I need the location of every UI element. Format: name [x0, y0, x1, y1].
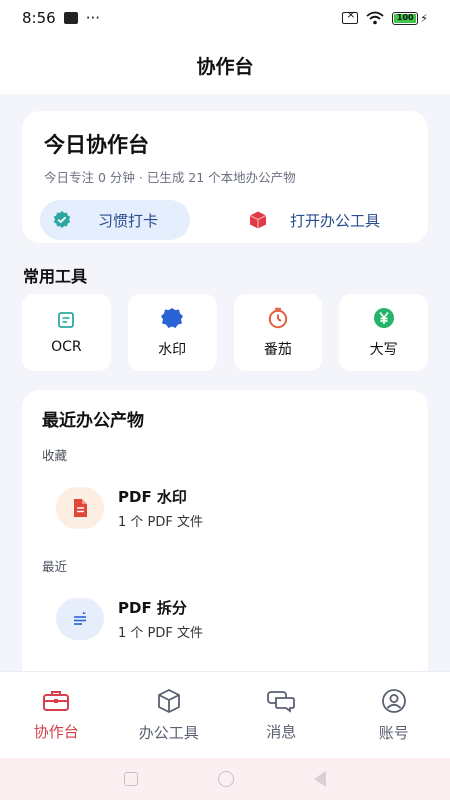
cube-icon: [157, 688, 180, 713]
status-bar: 8:56 ··· 100 ⚡: [0, 0, 450, 36]
group-label-favorites: 收藏: [42, 448, 68, 463]
system-nav-bar: [0, 758, 450, 800]
charging-icon: ⚡: [420, 11, 428, 25]
tool-ocr-label: OCR: [51, 338, 82, 355]
file-name: PDF 拆分: [118, 599, 187, 617]
group-label-recent: 最近: [42, 559, 68, 574]
watermark-badge-icon: [161, 307, 184, 328]
tool-ocr[interactable]: OCR: [22, 294, 111, 371]
file-meta: 1 个 PDF 文件: [118, 515, 203, 530]
file-name: PDF 水印: [118, 488, 187, 506]
tool-tomato[interactable]: 番茄: [233, 294, 323, 371]
tool-watermark[interactable]: 水印: [127, 294, 217, 371]
tool-uppercase-label: 大写: [369, 341, 398, 358]
battery-icon: 100 ⚡: [392, 11, 428, 25]
recent-outputs-title: 最近办公产物: [42, 411, 144, 431]
common-tools-row: OCR 水印 番茄 大写: [22, 294, 428, 371]
ocr-scan-icon: [58, 311, 75, 328]
summary-card: 今日协作台 今日专注 0 分钟 · 已生成 21 个本地办公产物 习惯打卡 打开…: [22, 111, 428, 243]
file-meta: 1 个 PDF 文件: [118, 626, 203, 641]
chat-bubbles-icon: [267, 690, 296, 713]
wifi-icon: [366, 11, 384, 25]
nav-tab-workbench[interactable]: 协作台: [6, 689, 106, 742]
tool-tomato-label: 番茄: [263, 341, 292, 358]
home-icon[interactable]: [218, 771, 234, 787]
status-time: 8:56: [22, 9, 56, 27]
status-right: 100 ⚡: [342, 8, 428, 25]
yen-icon: [373, 307, 394, 328]
tool-uppercase[interactable]: 大写: [339, 294, 428, 371]
status-left: 8:56 ···: [22, 9, 100, 27]
list-item[interactable]: PDF 水印 1 个 PDF 文件: [56, 486, 408, 530]
summary-title: 今日协作台: [44, 133, 149, 157]
briefcase-icon: [43, 690, 70, 711]
no-sim-icon: [342, 8, 359, 24]
nav-tab-label: 办公工具: [138, 723, 199, 742]
account-icon: [381, 688, 406, 713]
summary-subtitle: 今日专注 0 分钟 · 已生成 21 个本地办公产物: [44, 170, 296, 185]
box-icon: [249, 211, 267, 229]
summary-actions: 习惯打卡 打开办公工具: [40, 200, 406, 240]
nav-tab-label: 协作台: [33, 722, 79, 741]
nav-tab-messages[interactable]: 消息: [231, 689, 331, 742]
habit-checkin-label: 习惯打卡: [98, 211, 159, 230]
nav-tab-label: 账号: [378, 723, 409, 742]
battery-level: 100: [394, 13, 417, 23]
nav-tab-account[interactable]: 账号: [344, 688, 444, 743]
notification-icon: [63, 12, 78, 24]
nav-tab-label: 消息: [266, 722, 297, 741]
habit-checkin-button[interactable]: 习惯打卡: [40, 200, 190, 240]
list-item[interactable]: PDF 拆分 1 个 PDF 文件: [56, 597, 408, 641]
nav-tab-office-tools[interactable]: 办公工具: [119, 688, 219, 743]
tool-watermark-label: 水印: [158, 341, 187, 358]
common-tools-label: 常用工具: [23, 267, 88, 286]
open-tools-button[interactable]: 打开办公工具: [248, 210, 380, 231]
list-item-text: PDF 拆分 1 个 PDF 文件: [118, 597, 203, 641]
back-icon[interactable]: [314, 771, 326, 787]
recent-apps-icon[interactable]: [124, 772, 138, 786]
pdf-split-icon: [56, 598, 104, 640]
open-tools-label: 打开办公工具: [290, 211, 381, 230]
pdf-document-icon: [56, 487, 104, 529]
bottom-nav: 协作台 办公工具 消息 账号: [0, 672, 450, 758]
status-more: ···: [85, 9, 100, 27]
timer-icon: [268, 307, 288, 328]
page-title: 协作台: [0, 36, 450, 94]
list-item-text: PDF 水印 1 个 PDF 文件: [118, 486, 203, 530]
recent-outputs-card: 最近办公产物 收藏 PDF 水印 1 个 PDF 文件 最近 PDF 拆分 1 …: [22, 390, 428, 680]
check-badge-icon: [53, 211, 71, 228]
